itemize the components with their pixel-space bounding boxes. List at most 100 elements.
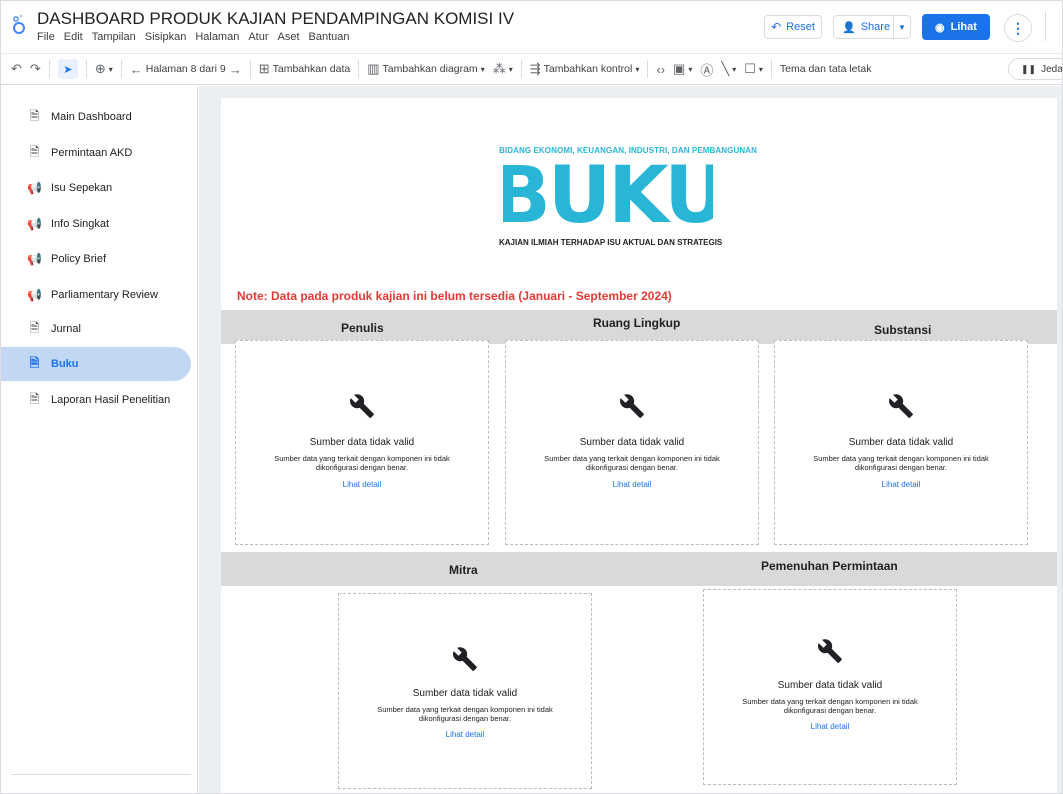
page-indicator[interactable]: Halaman 8 dari 9 <box>146 63 226 75</box>
chart-placeholder-ruang-lingkup[interactable]: Sumber data tidak valid Sumber data yang… <box>505 340 759 545</box>
add-control-icon: ⇶ <box>529 61 541 76</box>
chart-placeholder-penulis[interactable]: Sumber data tidak valid Sumber data yang… <box>235 340 489 545</box>
zoom-icon: ⊕ <box>94 61 106 76</box>
sidebar-item-main-dashboard[interactable]: 🗎 Main Dashboard <box>1 100 191 134</box>
view-button[interactable]: ◉ Lihat <box>922 14 990 40</box>
sidebar-item-permintaan-akd[interactable]: 🗎 Permintaan AKD <box>1 136 191 170</box>
menu-page[interactable]: Halaman <box>195 31 239 43</box>
error-description: Sumber data yang terkait dengan komponen… <box>274 454 450 472</box>
add-data-button[interactable]: ⊞ Tambahkan data <box>259 61 351 77</box>
image-button[interactable]: ▣ ▾ <box>673 61 692 77</box>
divider <box>1045 11 1046 41</box>
menu-help[interactable]: Bantuan <box>309 31 350 43</box>
sidebar-item-laporan-hasil-penelitian[interactable]: 🗎 Laporan Hasil Penelitian <box>1 383 191 417</box>
buku-logo: BUKU <box>503 156 713 228</box>
previous-page-icon[interactable]: ← <box>130 62 143 77</box>
community-visualization-button[interactable]: ⁂ ▾ <box>493 61 513 77</box>
megaphone-icon: 📢 <box>27 252 42 266</box>
buku-logo-text: BUKU <box>503 156 713 228</box>
header-tagline: KAJIAN ILMIAH TERHADAP ISU AKTUAL DAN ST… <box>499 238 723 247</box>
chevron-down-icon: ▾ <box>108 64 113 74</box>
menu-view[interactable]: Tampilan <box>92 31 136 43</box>
document-icon: 🗎 <box>29 108 40 123</box>
sidebar-item-policy-brief[interactable]: 📢 Policy Brief <box>1 242 191 276</box>
chevron-down-icon: ▾ <box>732 64 737 74</box>
community-viz-icon: ⁂ <box>492 61 506 76</box>
chevron-down-icon: ▾ <box>508 64 513 74</box>
header-subtitle: BIDANG EKONOMI, KEUANGAN, INDUSTRI, DAN … <box>499 146 757 155</box>
share-button[interactable]: 👤 Share ▼ <box>833 15 911 39</box>
wrench-icon <box>350 394 374 418</box>
sidebar-item-buku[interactable]: 🗎 Buku <box>1 347 191 381</box>
view-details-link[interactable]: Lihat detail <box>704 722 956 731</box>
wrench-icon <box>889 394 913 418</box>
chevron-down-icon: ▾ <box>758 64 763 74</box>
menu-resource[interactable]: Aset <box>278 31 300 43</box>
section-title-mitra: Mitra <box>449 563 478 577</box>
availability-note: Note: Data pada produk kajian ini belum … <box>237 289 672 303</box>
share-dropdown-icon[interactable]: ▼ <box>894 23 910 32</box>
error-title: Sumber data tidak valid <box>309 437 415 448</box>
eye-icon: ◉ <box>935 21 945 34</box>
sidebar-item-label: Permintaan AKD <box>51 147 133 159</box>
document-title[interactable]: DASHBOARD PRODUK KAJIAN PENDAMPINGAN KOM… <box>37 9 514 29</box>
sidebar-item-info-singkat[interactable]: 📢 Info Singkat <box>1 207 191 241</box>
chart-placeholder-mitra[interactable]: Sumber data tidak valid Sumber data yang… <box>338 593 592 789</box>
menu-bar: File Edit Tampilan Sisipkan Halaman Atur… <box>37 31 359 43</box>
menu-insert[interactable]: Sisipkan <box>145 31 187 43</box>
divider <box>358 60 360 78</box>
chevron-down-icon: ▾ <box>480 64 485 74</box>
error-title: Sumber data tidak valid <box>412 688 518 699</box>
sidebar-item-parliamentary-review[interactable]: 📢 Parliamentary Review <box>1 278 191 312</box>
more-options-icon[interactable]: ⋮ <box>1004 14 1032 42</box>
view-details-link[interactable]: Lihat detail <box>775 480 1027 489</box>
sidebar-item-label: Jurnal <box>51 323 81 335</box>
select-pointer-icon[interactable]: ➤ <box>57 59 78 79</box>
pause-button[interactable]: ❚❚ Jeda <box>1008 58 1063 80</box>
sidebar-item-label: Parliamentary Review <box>51 289 158 301</box>
error-description: Sumber data yang terkait dengan komponen… <box>377 705 553 723</box>
pause-label: Jeda <box>1041 63 1063 75</box>
menu-edit[interactable]: Edit <box>64 31 83 43</box>
sidebar-item-jurnal[interactable]: 🗎 Jurnal <box>1 312 191 346</box>
view-details-link[interactable]: Lihat detail <box>236 480 488 489</box>
chart-placeholder-substansi[interactable]: Sumber data tidak valid Sumber data yang… <box>774 340 1028 545</box>
title-bar: DASHBOARD PRODUK KAJIAN PENDAMPINGAN KOM… <box>1 1 1062 49</box>
add-chart-button[interactable]: ▥ Tambahkan diagram ▾ <box>367 61 484 77</box>
divider <box>770 60 772 78</box>
rectangle-icon: ☐ <box>744 61 756 76</box>
megaphone-icon: 📢 <box>27 288 42 302</box>
sidebar-item-label: Info Singkat <box>51 218 110 230</box>
embed-code-icon[interactable]: ‹› <box>656 62 665 77</box>
add-control-button[interactable]: ⇶ Tambahkan kontrol ▾ <box>530 61 640 77</box>
chevron-down-icon: ▾ <box>635 64 640 74</box>
section-title-pemenuhan-permintaan: Pemenuhan Permintaan <box>761 559 898 573</box>
looker-studio-logo-icon[interactable] <box>12 13 26 35</box>
sidebar-item-isu-sepekan[interactable]: 📢 Isu Sepekan <box>1 171 191 205</box>
menu-arrange[interactable]: Atur <box>248 31 268 43</box>
document-icon: 🗎 <box>29 320 40 335</box>
chart-placeholder-pemenuhan-permintaan[interactable]: Sumber data tidak valid Sumber data yang… <box>703 589 957 785</box>
next-page-icon[interactable]: → <box>229 62 242 77</box>
menu-file[interactable]: File <box>37 31 55 43</box>
report-page: BIDANG EKONOMI, KEUANGAN, INDUSTRI, DAN … <box>221 98 1057 793</box>
view-details-link[interactable]: Lihat detail <box>506 480 758 489</box>
zoom-button[interactable]: ⊕ ▾ <box>95 61 113 77</box>
share-main[interactable]: 👤 Share <box>834 16 894 38</box>
line-icon: ╲ <box>721 61 730 76</box>
error-title: Sumber data tidak valid <box>848 437 954 448</box>
undo-icon[interactable]: ↶ <box>11 61 22 77</box>
add-chart-label: Tambahkan diagram <box>382 63 478 75</box>
section-title-ruang-lingkup: Ruang Lingkup <box>593 316 681 330</box>
view-details-link[interactable]: Lihat detail <box>339 730 591 739</box>
reset-button[interactable]: ↶ Reset <box>764 15 822 39</box>
add-chart-icon: ▥ <box>367 61 380 76</box>
shape-button[interactable]: ☐ ▾ <box>744 61 763 77</box>
chevron-down-icon: ▾ <box>688 64 693 74</box>
redo-icon[interactable]: ↷ <box>30 61 41 77</box>
share-label: Share <box>860 21 891 33</box>
text-box-icon[interactable]: Ⓐ <box>700 60 713 79</box>
theme-layout-button[interactable]: Tema dan tata letak <box>780 63 872 75</box>
divider <box>120 60 122 78</box>
line-button[interactable]: ╲ ▾ <box>721 61 736 77</box>
